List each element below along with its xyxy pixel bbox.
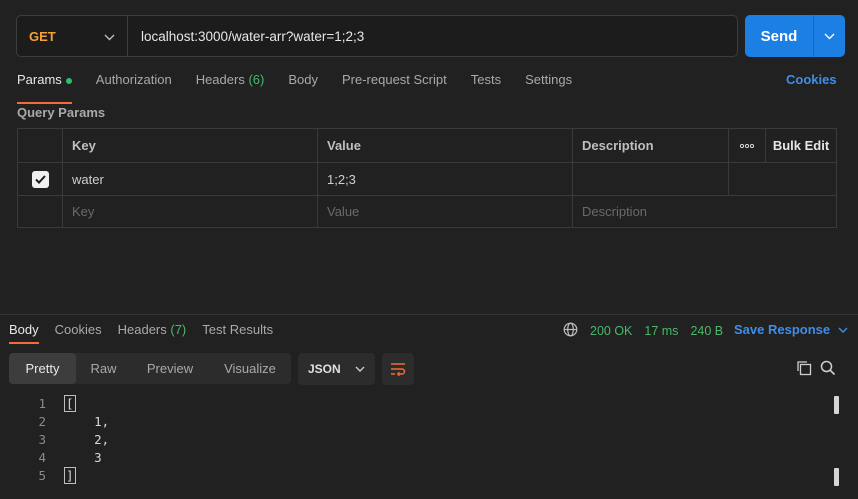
line-content: 2,: [64, 432, 110, 447]
search-icon[interactable]: [820, 360, 836, 379]
response-tabs: Body Cookies Headers (7) Test Results: [9, 322, 289, 344]
check-icon: [34, 174, 46, 184]
format-select[interactable]: JSON: [298, 353, 375, 385]
line-content: ]: [46, 467, 76, 486]
tab-pre-request-script[interactable]: Pre-request Script: [342, 72, 447, 96]
response-body-editor[interactable]: 1 [ 2 1, 3 2, 4 3 5 ]: [0, 395, 830, 486]
table-header-row: Key Value Description Bulk Edit: [18, 129, 836, 163]
tab-settings[interactable]: Settings: [525, 72, 572, 96]
url-bar: GET localhost:3000/water-arr?water=1;2;3: [16, 15, 738, 57]
line-number: 1: [38, 396, 46, 411]
copy-icon[interactable]: [796, 360, 812, 379]
response-status: 200 OK 17 ms 240 B: [563, 322, 723, 340]
headers-count: (7): [170, 322, 187, 337]
send-button[interactable]: Send: [745, 15, 813, 57]
view-mode-group: Pretty Raw Preview Visualize: [9, 353, 291, 384]
url-input[interactable]: localhost:3000/water-arr?water=1;2;3: [128, 29, 364, 44]
header-description: Description: [573, 129, 729, 162]
tab-label: Params: [17, 72, 62, 87]
line-content: 3: [64, 450, 102, 465]
header-checkbox-cell: [18, 129, 63, 162]
code-line: 5 ]: [0, 467, 830, 486]
line-number: 3: [38, 432, 46, 447]
header-value: Value: [318, 129, 573, 162]
query-params-table: Key Value Description Bulk Edit water 1;…: [17, 128, 837, 228]
cookies-link[interactable]: Cookies: [786, 72, 837, 87]
code-line: 3 2,: [0, 432, 830, 450]
tab-headers[interactable]: Headers (6): [196, 72, 265, 96]
new-value-input[interactable]: Value: [318, 196, 573, 227]
globe-icon[interactable]: [563, 322, 578, 340]
table-row-empty: Key Value Description: [18, 196, 836, 227]
headers-count: (6): [248, 72, 265, 87]
new-description-input[interactable]: Description: [573, 196, 836, 227]
method-select[interactable]: GET: [17, 16, 128, 56]
tab-params[interactable]: Params: [17, 72, 72, 104]
line-content: 1,: [64, 414, 110, 429]
format-label: JSON: [308, 362, 341, 376]
header-key: Key: [63, 129, 318, 162]
more-options-icon[interactable]: [729, 129, 766, 162]
save-response-label: Save Response: [734, 322, 831, 337]
bracket-close: ]: [64, 467, 76, 484]
table-row: water 1;2;3: [18, 163, 836, 196]
response-time[interactable]: 17 ms: [644, 324, 678, 338]
chevron-down-icon: [355, 366, 365, 372]
code-line: 1 [: [0, 395, 830, 414]
tab-authorization[interactable]: Authorization: [96, 72, 172, 96]
new-key-input[interactable]: Key: [63, 196, 318, 227]
line-number: 2: [38, 414, 46, 429]
tab-test-results[interactable]: Test Results: [202, 322, 273, 337]
tab-response-headers[interactable]: Headers (7): [118, 322, 187, 337]
chevron-down-icon: [838, 327, 848, 333]
view-pretty-button[interactable]: Pretty: [9, 353, 76, 384]
row-checkbox-cell: [18, 163, 63, 195]
chevron-down-icon: [824, 33, 835, 39]
wrap-lines-icon: [391, 363, 406, 376]
param-value-cell[interactable]: 1;2;3: [318, 163, 573, 195]
tab-tests[interactable]: Tests: [471, 72, 501, 96]
tab-body[interactable]: Body: [288, 72, 318, 96]
tab-label: Headers: [195, 72, 245, 87]
params-active-dot: [65, 77, 72, 84]
tab-response-cookies[interactable]: Cookies: [55, 322, 102, 337]
line-number: 5: [38, 468, 46, 483]
row-checkbox[interactable]: [31, 170, 49, 188]
request-tabs: Params Authorization Headers (6) Body Pr…: [17, 72, 596, 104]
tab-response-body[interactable]: Body: [9, 322, 39, 344]
save-response-button[interactable]: Save Response: [734, 322, 848, 337]
scrollbar-thumb-top[interactable]: [834, 396, 839, 414]
bracket-open: [: [64, 395, 76, 412]
view-preview-button[interactable]: Preview: [131, 353, 209, 384]
row-checkbox-cell: [18, 196, 63, 227]
wrap-lines-button[interactable]: [382, 353, 414, 385]
view-visualize-button[interactable]: Visualize: [209, 353, 291, 384]
code-line: 2 1,: [0, 414, 830, 432]
row-actions-cell: [729, 163, 836, 195]
chevron-down-icon: [104, 29, 115, 44]
param-key-cell[interactable]: water: [63, 163, 318, 195]
line-content: [: [46, 395, 76, 414]
param-description-cell[interactable]: [573, 163, 729, 195]
send-options-button[interactable]: [813, 15, 845, 57]
bulk-edit-button[interactable]: Bulk Edit: [766, 129, 836, 162]
pane-divider[interactable]: [0, 314, 858, 315]
status-code[interactable]: 200 OK: [590, 324, 632, 338]
send-button-group: Send: [745, 15, 845, 57]
method-label: GET: [29, 28, 56, 44]
response-size[interactable]: 240 B: [690, 324, 723, 338]
view-raw-button[interactable]: Raw: [76, 353, 131, 384]
line-number: 4: [38, 450, 46, 465]
editor-scrollbar[interactable]: [834, 396, 840, 496]
query-params-title: Query Params: [17, 105, 106, 120]
scrollbar-thumb-bottom[interactable]: [834, 468, 839, 486]
tab-label: Headers: [117, 322, 167, 337]
code-line: 4 3: [0, 450, 830, 468]
